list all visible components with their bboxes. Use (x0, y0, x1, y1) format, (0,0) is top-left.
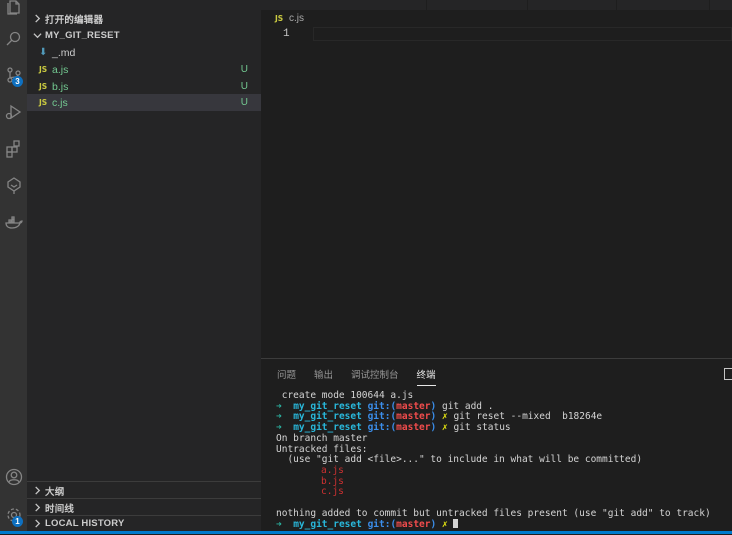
line-number: 1 (283, 28, 290, 40)
git-status-badge: U (240, 97, 248, 108)
js-icon: JS (275, 14, 284, 23)
timeline-section-header[interactable]: 时间线 (27, 499, 261, 516)
terminal-line: nothing added to commit but untracked fi… (276, 507, 711, 519)
editor-tab[interactable] (528, 0, 617, 10)
git-status-badge: U (240, 81, 248, 92)
run-debug-icon[interactable] (0, 99, 27, 125)
explorer-sidebar: 打开的编辑器 MY_GIT_RESET ⬇ _.md JS a.js U JS … (27, 0, 261, 534)
editor-tab[interactable] (617, 0, 710, 10)
tab-output[interactable]: 输出 (314, 367, 333, 386)
markdown-icon: ⬇ (39, 47, 48, 58)
outline-title: 大纲 (45, 486, 65, 498)
chevron-down-icon (30, 29, 44, 43)
source-control-badge: 3 (12, 76, 23, 87)
file-name: b.js (52, 80, 69, 93)
chevron-right-icon (30, 12, 44, 26)
breadcrumb[interactable]: JS c.js (275, 13, 304, 24)
folder-section-header[interactable]: MY_GIT_RESET (27, 27, 261, 44)
file-item-a-js[interactable]: JS a.js U (27, 61, 261, 78)
git-status-badge: U (240, 64, 248, 75)
open-editors-title: 打开的编辑器 (45, 14, 104, 26)
chevron-right-icon (30, 484, 44, 498)
terminal-prompt-line: ➜ my_git_reset git:(master) ✗ (276, 519, 711, 531)
file-name: c.js (52, 96, 68, 109)
source-control-icon[interactable]: 3 (0, 62, 27, 88)
js-icon: JS (39, 82, 48, 91)
editor-tab[interactable] (427, 0, 528, 10)
search-icon[interactable] (0, 26, 27, 52)
panel-tabs: 问题 输出 调试控制台 终端 (277, 367, 436, 386)
open-editors-section-header[interactable]: 打开的编辑器 (27, 10, 261, 27)
editor-area[interactable]: JS c.js 1 (261, 0, 732, 358)
js-icon: JS (39, 65, 48, 74)
chevron-right-icon (30, 517, 44, 531)
terminal-cursor (453, 519, 459, 529)
tab-problems[interactable]: 问题 (277, 367, 296, 386)
bottom-panel: 问题 输出 调试控制台 终端 create mode 100644 a.js ➜ … (261, 358, 732, 535)
tab-debug-console[interactable]: 调试控制台 (351, 367, 399, 386)
file-name: _.md (52, 46, 76, 59)
account-icon[interactable] (0, 464, 27, 490)
settings-badge: 1 (12, 516, 23, 527)
file-item-c-js[interactable]: JS c.js U (27, 94, 261, 111)
docker-icon[interactable] (0, 209, 27, 235)
untracked-file: c.js (321, 486, 344, 498)
files-icon[interactable] (0, 0, 27, 20)
breadcrumb-file[interactable]: c.js (289, 13, 304, 24)
current-line-highlight (313, 27, 732, 41)
file-item-b-js[interactable]: JS b.js U (27, 78, 261, 95)
activity-bar: 3 1 (0, 0, 27, 534)
folder-title: MY_GIT_RESET (45, 30, 120, 41)
timeline-title: 时间线 (45, 503, 75, 515)
chevron-right-icon (30, 501, 44, 515)
editor-tab[interactable] (261, 0, 427, 10)
tab-terminal[interactable]: 终端 (416, 367, 436, 386)
terminal-output[interactable]: create mode 100644 a.js ➜ my_git_reset gi… (276, 390, 711, 531)
outline-section-header[interactable]: 大纲 (27, 482, 261, 499)
local-history-title: LOCAL HISTORY (45, 518, 125, 529)
maximize-panel-icon[interactable] (724, 368, 732, 380)
local-history-section-header[interactable]: LOCAL HISTORY (27, 515, 261, 532)
file-name: a.js (52, 63, 69, 76)
js-icon: JS (39, 98, 48, 107)
tree-icon[interactable] (0, 172, 27, 198)
extensions-icon[interactable] (0, 136, 27, 162)
terminal-line: On branch master (276, 432, 368, 444)
file-item-md[interactable]: ⬇ _.md (27, 44, 261, 61)
editor-tab-bar (261, 0, 732, 10)
settings-gear-icon[interactable]: 1 (0, 502, 27, 528)
